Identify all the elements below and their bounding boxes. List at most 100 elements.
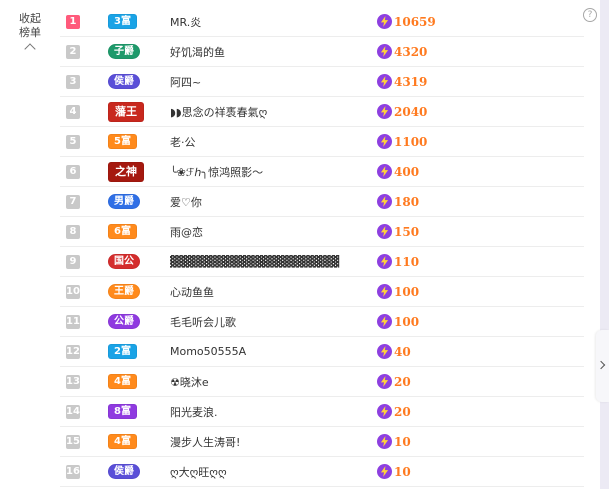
lightning-bolt-icon (377, 374, 392, 389)
user-name[interactable]: 好饥渴的鱼 (170, 44, 350, 60)
score-value: 400 (394, 164, 420, 179)
score-value: 10659 (394, 14, 436, 29)
score: 4319 (377, 74, 427, 89)
rank-badge: 王爵 (108, 284, 140, 299)
rank-number: 2 (66, 44, 80, 59)
rank-badge: 2富 (108, 344, 137, 359)
rank-badge: 4富 (108, 434, 137, 449)
lightning-bolt-icon (377, 44, 392, 59)
score: 400 (377, 164, 419, 179)
ranking-row[interactable]: 5 5富 老·公 1100 (60, 127, 584, 157)
rank-badge: 子爵 (108, 44, 140, 59)
rank-number: 13 (66, 374, 80, 389)
lightning-bolt-icon (377, 224, 392, 239)
user-name[interactable]: 漫步人生涛哥! (170, 434, 350, 450)
rank-badge: 男爵 (108, 194, 140, 209)
ranking-row[interactable]: 4 藩王 ◗◗思念の祥褭春氣ღ 2040 (60, 97, 584, 127)
lightning-bolt-icon (377, 134, 392, 149)
ranking-row[interactable]: 11 公爵 毛毛听会儿歌 100 (60, 307, 584, 337)
user-name[interactable]: ▓▓▓▓▓▓▓▓▓▓▓▓▓▓▓▓▓▓▓▓ (170, 255, 350, 268)
user-name[interactable]: 阳光麦浪. (170, 404, 350, 420)
user-name[interactable]: 老·公 (170, 134, 350, 150)
rank-badge: 侯爵 (108, 464, 140, 479)
rank-number: 8 (66, 224, 80, 239)
badge-slot: 5富 (108, 134, 160, 149)
rank-number: 15 (66, 434, 80, 449)
score-value: 10 (394, 434, 411, 449)
score-value: 110 (394, 254, 420, 269)
rank-number: 10 (66, 284, 80, 299)
collapse-ranking-button[interactable]: 收起 榜单 (10, 12, 50, 55)
rank-badge: 3富 (108, 14, 137, 29)
user-name[interactable]: ◗◗思念の祥褭春氣ღ (170, 104, 350, 120)
ranking-row[interactable]: 1 3富 MR.炎 10659 (60, 7, 584, 37)
ranking-row[interactable]: 3 侯爵 阿四~ 4319 (60, 67, 584, 97)
lightning-bolt-icon (377, 104, 392, 119)
badge-slot: 国公 (108, 254, 160, 269)
ranking-row[interactable]: 7 男爵 爱♡你 180 (60, 187, 584, 217)
lightning-bolt-icon (377, 344, 392, 359)
score: 150 (377, 224, 419, 239)
lightning-bolt-icon (377, 74, 392, 89)
score: 20 (377, 374, 411, 389)
lightning-bolt-icon (377, 254, 392, 269)
lightning-bolt-icon (377, 404, 392, 419)
score: 180 (377, 194, 419, 209)
chevron-right-icon[interactable] (596, 330, 609, 402)
score-value: 20 (394, 374, 411, 389)
rank-badge: 8富 (108, 404, 137, 419)
score: 20 (377, 404, 411, 419)
rank-badge: 4富 (108, 374, 137, 389)
user-name[interactable]: 爱♡你 (170, 194, 350, 210)
ranking-row[interactable]: 15 4富 漫步人生涛哥! 10 (60, 427, 584, 457)
score: 110 (377, 254, 419, 269)
user-name[interactable]: ღ大ღ旺ღღ (170, 464, 350, 480)
user-name[interactable]: Momo50555A (170, 345, 350, 358)
rank-number: 9 (66, 254, 80, 269)
score-value: 2040 (394, 104, 428, 119)
rank-number: 5 (66, 134, 80, 149)
ranking-row[interactable]: 9 国公 ▓▓▓▓▓▓▓▓▓▓▓▓▓▓▓▓▓▓▓▓ 110 (60, 247, 584, 277)
badge-slot: 4富 (108, 374, 160, 389)
score: 1100 (377, 134, 427, 149)
score-value: 40 (394, 344, 411, 359)
user-name[interactable]: 雨@恋 (170, 224, 350, 240)
badge-slot: 藩王 (108, 101, 160, 122)
score-value: 4319 (394, 74, 428, 89)
rank-badge: 之神 (108, 161, 144, 182)
rank-number: 4 (66, 104, 80, 119)
user-name[interactable]: 心动鱼鱼 (170, 284, 350, 300)
ranking-row[interactable]: 13 4富 ☢晓沐e 20 (60, 367, 584, 397)
collapse-label-line2: 榜单 (19, 26, 41, 39)
user-name[interactable]: MR.炎 (170, 14, 350, 30)
ranking-list: 1 3富 MR.炎 10659 2 子爵 好饥渴的鱼 4320 3 侯爵 阿四~ 4319 4 藩王 ◗◗思… (60, 7, 584, 487)
ranking-row[interactable]: 16 侯爵 ღ大ღ旺ღღ 10 (60, 457, 584, 487)
rank-number: 7 (66, 194, 80, 209)
lightning-bolt-icon (377, 194, 392, 209)
ranking-row[interactable]: 2 子爵 好饥渴的鱼 4320 (60, 37, 584, 67)
ranking-row[interactable]: 14 8富 阳光麦浪. 20 (60, 397, 584, 427)
user-name[interactable]: ☢晓沐e (170, 374, 350, 390)
help-icon[interactable]: ? (583, 8, 597, 22)
lightning-bolt-icon (377, 284, 392, 299)
score: 100 (377, 284, 419, 299)
ranking-row[interactable]: 10 王爵 心动鱼鱼 100 (60, 277, 584, 307)
score-value: 150 (394, 224, 420, 239)
user-name[interactable]: ╰❀ℱℎ╮惊鸿照影～ (170, 164, 350, 180)
badge-slot: 4富 (108, 434, 160, 449)
badge-slot: 王爵 (108, 284, 160, 299)
score: 10 (377, 434, 411, 449)
rank-badge: 6富 (108, 224, 137, 239)
rank-number: 11 (66, 314, 80, 329)
user-name[interactable]: 毛毛听会儿歌 (170, 314, 350, 330)
lightning-bolt-icon (377, 164, 392, 179)
rank-badge: 公爵 (108, 314, 140, 329)
user-name[interactable]: 阿四~ (170, 74, 350, 90)
rank-badge: 国公 (108, 254, 140, 269)
ranking-row[interactable]: 8 6富 雨@恋 150 (60, 217, 584, 247)
ranking-row[interactable]: 12 2富 Momo50555A 40 (60, 337, 584, 367)
rank-number: 14 (66, 404, 80, 419)
ranking-row[interactable]: 6 之神 ╰❀ℱℎ╮惊鸿照影～ 400 (60, 157, 584, 187)
rank-badge: 侯爵 (108, 74, 140, 89)
badge-slot: 男爵 (108, 194, 160, 209)
